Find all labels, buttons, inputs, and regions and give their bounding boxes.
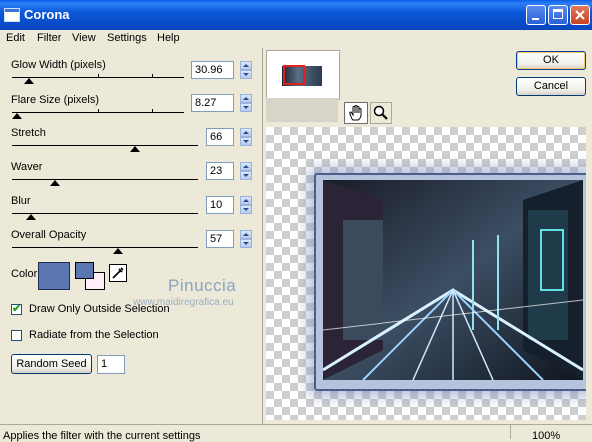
close-icon (575, 10, 585, 20)
spin-down-icon[interactable] (240, 171, 252, 180)
flare-size-label: Flare Size (pixels) (11, 94, 100, 106)
radiate-checkbox[interactable] (11, 330, 22, 341)
menu-bar: Edit Filter View Settings Help (0, 30, 592, 48)
spin-up-icon[interactable] (240, 230, 252, 239)
watermark-url: www.maidiregrafica.eu (133, 297, 234, 308)
flare-size-spinner[interactable] (240, 94, 252, 112)
glow-width-slider-track[interactable] (12, 77, 184, 78)
spin-up-icon[interactable] (240, 196, 252, 205)
stretch-label: Stretch (11, 127, 46, 139)
draw-outside-checkbox[interactable]: ✔ (11, 303, 22, 315)
spin-up-icon[interactable] (240, 128, 252, 137)
thumbnail-navigator[interactable] (266, 50, 340, 100)
app-icon (4, 8, 20, 22)
opacity-label: Overall Opacity (11, 229, 87, 241)
glow-width-tick (98, 74, 99, 77)
color-label: Color (11, 268, 38, 280)
menu-help[interactable]: Help (157, 32, 180, 44)
color-swatch[interactable] (38, 262, 70, 290)
spin-down-icon[interactable] (240, 70, 252, 79)
eyedropper-icon (112, 267, 124, 279)
title-bar[interactable]: Corona (0, 0, 592, 30)
watermark-name: Pinuccia (168, 276, 237, 295)
checkmark-icon: ✔ (12, 303, 22, 315)
magnifier-icon (373, 105, 388, 120)
minimize-button[interactable] (526, 5, 546, 25)
random-seed-input[interactable]: 1 (97, 355, 125, 374)
zoom-level: 100% (532, 430, 561, 442)
opacity-input[interactable]: 57 (206, 230, 234, 248)
menu-edit[interactable]: Edit (6, 32, 25, 44)
stretch-slider-track[interactable] (12, 145, 198, 146)
color-picker-button[interactable] (75, 262, 105, 290)
menu-filter[interactable]: Filter (37, 32, 61, 44)
ok-button[interactable]: OK (516, 51, 586, 70)
random-seed-button[interactable]: Random Seed (11, 354, 92, 374)
status-separator (510, 425, 511, 439)
menu-view[interactable]: View (72, 32, 96, 44)
flare-size-input[interactable]: 8.27 (191, 94, 234, 112)
glow-width-label: Glow Width (pixels) (11, 59, 106, 71)
minimize-icon (532, 18, 539, 20)
spin-down-icon[interactable] (240, 239, 252, 248)
spin-up-icon[interactable] (240, 94, 252, 103)
blur-slider-thumb[interactable] (25, 214, 36, 220)
spin-down-icon[interactable] (240, 205, 252, 214)
zoom-tool-button[interactable] (370, 102, 392, 124)
preview-canvas[interactable] (266, 127, 586, 420)
opacity-slider-thumb[interactable] (113, 248, 124, 254)
eyedropper-button[interactable] (109, 264, 127, 282)
preview-image (323, 180, 583, 380)
waver-input[interactable]: 23 (206, 162, 234, 180)
close-button[interactable] (570, 5, 590, 25)
stretch-spinner[interactable] (240, 128, 252, 146)
panel-divider (262, 48, 263, 424)
waver-spinner[interactable] (240, 162, 252, 180)
flare-size-tick (98, 109, 99, 112)
flare-size-slider-thumb[interactable] (12, 113, 23, 119)
status-bar: Applies the filter with the current sett… (0, 424, 592, 442)
flare-size-slider-track[interactable] (12, 112, 184, 113)
flare-size-tick (152, 109, 153, 112)
waver-slider-thumb[interactable] (49, 180, 60, 186)
window-title: Corona (24, 7, 70, 22)
glow-width-slider-thumb[interactable] (24, 78, 35, 84)
waver-label: Waver (11, 161, 43, 173)
spin-up-icon[interactable] (240, 61, 252, 70)
waver-slider-track[interactable] (12, 179, 198, 180)
radiate-label: Radiate from the Selection (29, 329, 159, 341)
foreground-color-swatch (75, 262, 94, 279)
glow-width-tick (152, 74, 153, 77)
menu-settings[interactable]: Settings (107, 32, 147, 44)
thumbnail-viewport[interactable] (283, 65, 305, 85)
hand-icon (349, 105, 362, 121)
stretch-input[interactable]: 66 (206, 128, 234, 146)
glow-width-spinner[interactable] (240, 61, 252, 79)
spin-down-icon[interactable] (240, 103, 252, 112)
opacity-spinner[interactable] (240, 230, 252, 248)
preview-image-frame (314, 173, 586, 391)
spin-down-icon[interactable] (240, 137, 252, 146)
cancel-button[interactable]: Cancel (516, 77, 586, 96)
maximize-button[interactable] (548, 5, 568, 25)
hand-tool-button[interactable] (344, 102, 368, 124)
blur-spinner[interactable] (240, 196, 252, 214)
thumbnail-bar (266, 98, 338, 122)
maximize-icon (553, 9, 563, 19)
blur-input[interactable]: 10 (206, 196, 234, 214)
blur-label: Blur (11, 195, 31, 207)
blur-slider-track[interactable] (12, 213, 198, 214)
stretch-slider-thumb[interactable] (129, 146, 140, 152)
opacity-slider-track[interactable] (12, 247, 198, 248)
spin-up-icon[interactable] (240, 162, 252, 171)
status-text: Applies the filter with the current sett… (3, 430, 201, 442)
glow-width-input[interactable]: 30.96 (191, 61, 234, 79)
